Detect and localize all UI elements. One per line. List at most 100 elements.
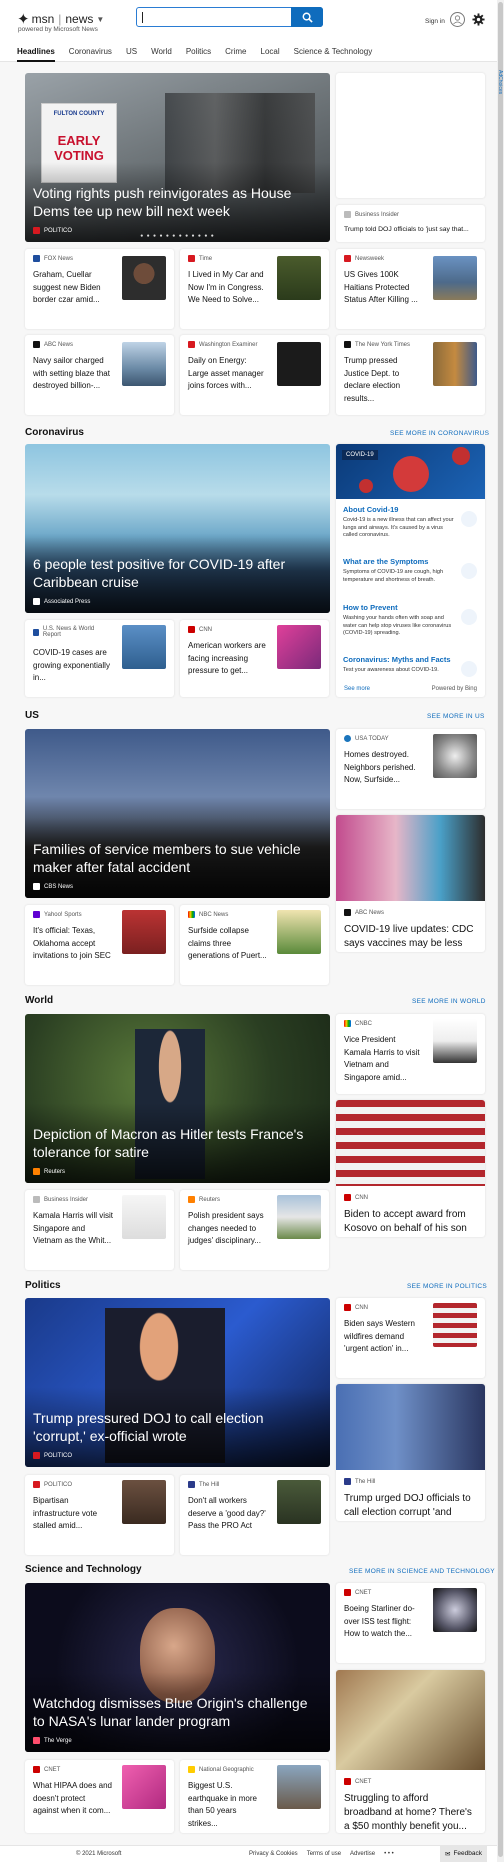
card-title[interactable]: It's official: Texas, Oklahoma accept in… <box>33 925 113 963</box>
privacy-link[interactable]: Privacy & Cookies <box>249 1851 298 1857</box>
news-card[interactable]: U.S. News & World Report COVID-19 cases … <box>25 620 174 697</box>
advertise-link[interactable]: Advertise <box>350 1851 375 1857</box>
see-more-politics-link[interactable]: SEE MORE IN POLITICS <box>407 1283 487 1290</box>
card-title[interactable]: I Lived in My Car and Now I'm in Congres… <box>188 269 268 307</box>
card-title[interactable]: Biden says Western wildfires demand 'urg… <box>344 1318 424 1356</box>
avatar-icon[interactable] <box>450 12 465 27</box>
see-more-science-link[interactable]: SEE MORE IN SCIENCE AND TECHNOLOGY <box>349 1568 495 1575</box>
coronavirus-hero-card[interactable]: 6 people test positive for COVID-19 afte… <box>25 444 330 613</box>
card-title[interactable]: Don't all workers deserve a 'good day?' … <box>188 1495 268 1533</box>
card-title[interactable]: Biden to accept award from Kosovo on beh… <box>344 1208 477 1237</box>
gear-icon[interactable] <box>472 13 485 26</box>
card-title[interactable]: Struggling to afford broadband at home? … <box>344 1792 477 1833</box>
card-title[interactable]: Trump urged DOJ officials to call electi… <box>344 1492 477 1521</box>
news-card-large[interactable]: CNN Biden to accept award from Kosovo on… <box>336 1100 485 1237</box>
carousel-dots[interactable]: ● ● ● ● ● ● ● ● ● ● ● ● <box>25 233 330 239</box>
nav-coronavirus[interactable]: Coronavirus <box>69 47 112 62</box>
card-title[interactable]: American workers are facing increasing p… <box>188 640 268 678</box>
coronavirus-hero-title[interactable]: 6 people test positive for COVID-19 afte… <box>33 555 320 591</box>
card-title[interactable]: Surfside collapse claims three generatio… <box>188 925 268 963</box>
news-card[interactable]: National Geographic Biggest U.S. earthqu… <box>180 1760 329 1833</box>
page-scrollbar[interactable] <box>497 0 504 1862</box>
headline-hero-title[interactable]: Voting rights push reinvigorates as Hous… <box>33 184 320 220</box>
news-card-large[interactable]: The Hill Trump urged DOJ officials to ca… <box>336 1384 485 1521</box>
card-title[interactable]: COVID-19 live updates: CDC says vaccines… <box>344 923 477 952</box>
news-card[interactable]: Time I Lived in My Car and Now I'm in Co… <box>180 249 329 329</box>
the-hill-icon <box>344 1478 351 1485</box>
card-title[interactable]: What HIPAA does and doesn't protect agai… <box>33 1780 113 1818</box>
search-box[interactable] <box>136 7 323 27</box>
news-card[interactable]: CNET Boeing Starliner do-over ISS test f… <box>336 1583 485 1663</box>
search-input[interactable] <box>137 8 291 26</box>
headline-side-card[interactable]: Business Insider Trump told DOJ official… <box>336 205 485 242</box>
card-title[interactable]: Trump pressed Justice Dept. to declare e… <box>344 355 424 405</box>
see-more-us-link[interactable]: SEE MORE IN US <box>427 713 485 720</box>
card-title[interactable]: Biggest U.S. earthquake in more than 50 … <box>188 1780 268 1830</box>
card-title[interactable]: Bipartisan infrastructure vote stalled a… <box>33 1495 113 1533</box>
card-thumbnail <box>277 625 321 669</box>
news-card[interactable]: ABC News Navy sailor charged with settin… <box>25 335 174 415</box>
news-card-large[interactable]: CNET Struggling to afford broadband at h… <box>336 1670 485 1833</box>
nav-crime[interactable]: Crime <box>225 47 246 62</box>
politics-hero-card[interactable]: Trump pressured DOJ to call election 'co… <box>25 1298 330 1467</box>
news-card-large[interactable]: ABC News COVID-19 live updates: CDC says… <box>336 815 485 952</box>
news-card[interactable]: CNN Biden says Western wildfires demand … <box>336 1298 485 1378</box>
science-hero-title[interactable]: Watchdog dismisses Blue Origin's challen… <box>33 1694 320 1730</box>
covid-item-symptoms[interactable]: What are the Symptoms Symptoms of COVID-1… <box>340 554 481 587</box>
world-hero-card[interactable]: Depiction of Macron as Hitler tests Fran… <box>25 1014 330 1183</box>
news-card[interactable]: Reuters Polish president says changes ne… <box>180 1190 329 1270</box>
nav-politics[interactable]: Politics <box>186 47 211 62</box>
card-title[interactable]: Polish president says changes needed to … <box>188 1210 268 1248</box>
nav-local[interactable]: Local <box>261 47 280 62</box>
us-hero-card[interactable]: Families of service members to sue vehic… <box>25 729 330 898</box>
see-more-world-link[interactable]: SEE MORE IN WORLD <box>412 998 486 1005</box>
see-more-coronavirus-link[interactable]: SEE MORE IN CORONAVIRUS <box>390 430 489 437</box>
search-button[interactable] <box>291 7 323 27</box>
card-title[interactable]: Homes destroyed. Neighbors perished. Now… <box>344 749 424 787</box>
news-card[interactable]: CNBC Vice President Kamala Harris to vis… <box>336 1014 485 1094</box>
terms-link[interactable]: Terms of use <box>307 1851 341 1857</box>
headline-hero-card[interactable]: FULTON COUNTY EARLY VOTING Voting rights… <box>25 73 330 242</box>
ad-choices-label[interactable]: AdChoices <box>496 70 503 96</box>
us-hero-title[interactable]: Families of service members to sue vehic… <box>33 840 320 876</box>
covid-see-more-link[interactable]: See more <box>344 686 370 692</box>
card-title[interactable]: Daily on Energy: Large asset manager joi… <box>188 355 268 393</box>
sign-in-link[interactable]: Sign in <box>425 18 445 25</box>
card-title[interactable]: COVID-19 cases are growing exponentially… <box>33 647 113 685</box>
card-title[interactable]: US Gives 100K Haitians Protected Status … <box>344 269 424 307</box>
news-card[interactable]: Business Insider Kamala Harris will visi… <box>25 1190 174 1270</box>
card-title[interactable]: Graham, Cuellar suggest new Biden border… <box>33 269 113 307</box>
card-image <box>336 1384 485 1470</box>
news-card[interactable]: Yahoo! Sports It's official: Texas, Okla… <box>25 905 174 985</box>
headline-side-title[interactable]: Trump told DOJ officials to 'just say th… <box>344 225 479 234</box>
nav-science-technology[interactable]: Science & Technology <box>294 47 373 62</box>
card-title[interactable]: Vice President Kamala Harris to visit Vi… <box>344 1034 424 1084</box>
nav-headlines[interactable]: Headlines <box>17 47 55 62</box>
more-options-icon[interactable]: • • • <box>384 1851 394 1857</box>
card-title[interactable]: Navy sailor charged with setting blaze t… <box>33 355 113 393</box>
news-card[interactable]: CNET What HIPAA does and doesn't protect… <box>25 1760 174 1833</box>
news-card[interactable]: Newsweek US Gives 100K Haitians Protecte… <box>336 249 485 329</box>
feedback-button[interactable]: ✉ Feedback <box>440 1845 487 1862</box>
news-card[interactable]: The Hill Don't all workers deserve a 'go… <box>180 1475 329 1555</box>
scrollbar-thumb[interactable] <box>498 2 503 1857</box>
card-title[interactable]: Boeing Starliner do-over ISS test flight… <box>344 1603 424 1641</box>
news-card[interactable]: The New York Times Trump pressed Justice… <box>336 335 485 415</box>
news-card[interactable]: FOX News Graham, Cuellar suggest new Bid… <box>25 249 174 329</box>
news-card[interactable]: POLITICO Bipartisan infrastructure vote … <box>25 1475 174 1555</box>
covid-item-myths[interactable]: Coronavirus: Myths and Facts Test your aw… <box>340 652 481 678</box>
ad-slot[interactable] <box>336 73 485 198</box>
nav-world[interactable]: World <box>151 47 172 62</box>
news-card[interactable]: CNN American workers are facing increasi… <box>180 620 329 697</box>
covid-item-about[interactable]: About Covid-19 Covid-19 is a new illness … <box>340 502 481 543</box>
news-card[interactable]: USA TODAY Homes destroyed. Neighbors per… <box>336 729 485 809</box>
news-card[interactable]: NBC News Surfside collapse claims three … <box>180 905 329 985</box>
nav-us[interactable]: US <box>126 47 137 62</box>
world-hero-title[interactable]: Depiction of Macron as Hitler tests Fran… <box>33 1125 320 1161</box>
news-card[interactable]: Washington Examiner Daily on Energy: Lar… <box>180 335 329 415</box>
science-hero-card[interactable]: Watchdog dismisses Blue Origin's challen… <box>25 1583 330 1752</box>
card-title[interactable]: Kamala Harris will visit Singapore and V… <box>33 1210 113 1248</box>
politics-hero-title[interactable]: Trump pressured DOJ to call election 'co… <box>33 1409 320 1445</box>
chevron-down-icon[interactable]: ▼ <box>96 15 104 24</box>
covid-item-prevent[interactable]: How to Prevent Washing your hands often w… <box>340 600 481 641</box>
